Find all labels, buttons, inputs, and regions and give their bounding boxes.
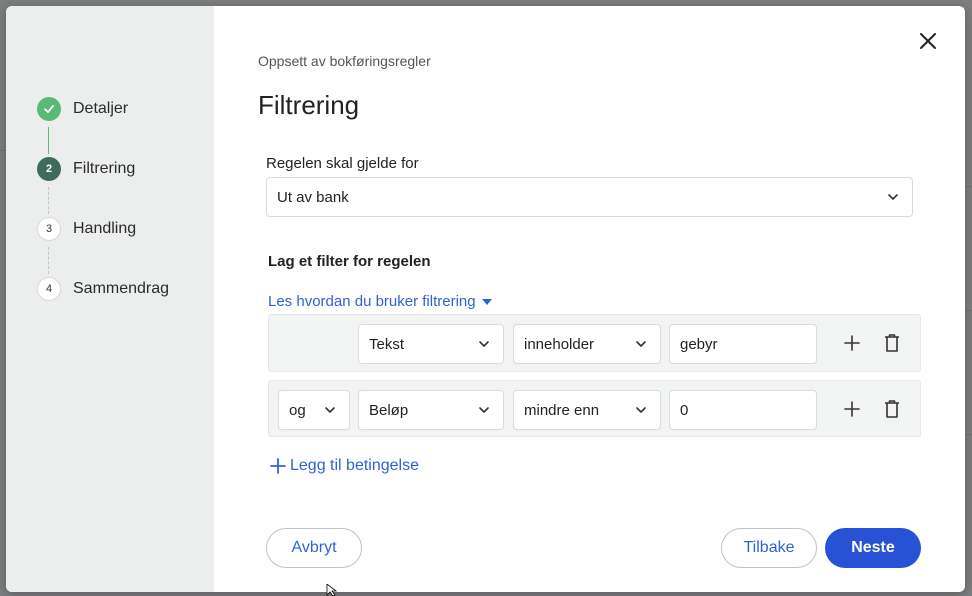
booking-rule-modal: Detaljer 2 Filtrering 3 Handling 4 Samme… <box>6 6 965 592</box>
connector-value: og <box>289 401 306 419</box>
modal-content: Oppsett av bokføringsregler Filtrering R… <box>214 6 965 592</box>
step-action[interactable]: 3 Handling <box>37 216 136 242</box>
step-number: 2 <box>37 157 61 181</box>
add-row-button[interactable] <box>841 398 863 420</box>
operator-value: inneholder <box>524 335 595 353</box>
operator-value: mindre enn <box>524 401 600 419</box>
close-button[interactable] <box>917 30 939 52</box>
background-divider <box>0 150 5 151</box>
value-input[interactable]: gebyr <box>669 324 817 364</box>
step-connector <box>48 127 49 154</box>
cancel-button[interactable]: Avbryt <box>266 528 362 568</box>
field-value: Tekst <box>369 335 405 353</box>
check-icon <box>37 97 61 121</box>
step-filtering[interactable]: 2 Filtrering <box>37 156 135 182</box>
field-value: Beløp <box>369 401 409 419</box>
operator-select[interactable]: inneholder <box>513 324 661 364</box>
background-divider <box>965 434 972 435</box>
chevron-down-icon <box>479 407 489 413</box>
value-input[interactable]: 0 <box>669 390 817 430</box>
step-label: Detaljer <box>73 100 129 117</box>
plus-icon <box>270 458 286 474</box>
input-value: 0 <box>680 401 689 419</box>
step-label: Sammendrag <box>73 280 170 297</box>
background-divider <box>965 186 972 187</box>
back-button[interactable]: Tilbake <box>721 528 817 568</box>
chevron-down-icon <box>636 407 646 413</box>
input-value: gebyr <box>680 335 718 353</box>
filter-section-title: Lag et filter for regelen <box>268 253 431 270</box>
applies-to-label: Regelen skal gjelde for <box>266 155 419 172</box>
delete-row-button[interactable] <box>881 398 903 420</box>
step-connector <box>48 247 49 274</box>
connector-select[interactable]: og <box>278 390 350 430</box>
field-select[interactable]: Tekst <box>358 324 504 364</box>
add-condition-label: Legg til betingelse <box>290 457 419 474</box>
trash-icon <box>885 334 899 352</box>
step-number: 4 <box>37 277 61 301</box>
step-label: Filtrering <box>73 160 136 177</box>
page-title: Filtrering <box>258 90 360 120</box>
filter-row: Tekst inneholder gebyr <box>268 314 921 372</box>
step-connector <box>48 187 49 214</box>
caret-down-icon <box>481 298 492 305</box>
step-number: 3 <box>37 217 61 241</box>
trash-icon <box>885 400 899 418</box>
plus-icon <box>844 335 860 351</box>
filter-help-link[interactable]: Les hvordan du bruker filtrering <box>268 293 492 310</box>
filter-row: og Beløp mindre enn 0 <box>268 380 921 437</box>
plus-icon <box>844 401 860 417</box>
help-link-text: Les hvordan du bruker filtrering <box>268 293 476 310</box>
next-button[interactable]: Neste <box>825 528 921 568</box>
chevron-down-icon <box>636 341 646 347</box>
chevron-down-icon <box>888 194 898 200</box>
modal-eyebrow: Oppsett av bokføringsregler <box>258 53 431 69</box>
chevron-down-icon <box>479 341 489 347</box>
step-summary[interactable]: 4 Sammendrag <box>37 276 169 302</box>
add-row-button[interactable] <box>841 332 863 354</box>
stepper-sidebar: Detaljer 2 Filtrering 3 Handling 4 Samme… <box>6 6 214 592</box>
applies-to-select[interactable]: Ut av bank <box>266 177 913 217</box>
step-label: Handling <box>73 220 137 237</box>
delete-row-button[interactable] <box>881 332 903 354</box>
operator-select[interactable]: mindre enn <box>513 390 661 430</box>
step-details[interactable]: Detaljer <box>37 96 128 122</box>
applies-to-value: Ut av bank <box>277 188 349 206</box>
close-icon <box>920 33 936 49</box>
background-divider <box>965 310 972 311</box>
add-condition-button[interactable]: Legg til betingelse <box>270 457 419 475</box>
chevron-down-icon <box>325 407 335 413</box>
mouse-cursor-icon <box>326 584 338 596</box>
field-select[interactable]: Beløp <box>358 390 504 430</box>
